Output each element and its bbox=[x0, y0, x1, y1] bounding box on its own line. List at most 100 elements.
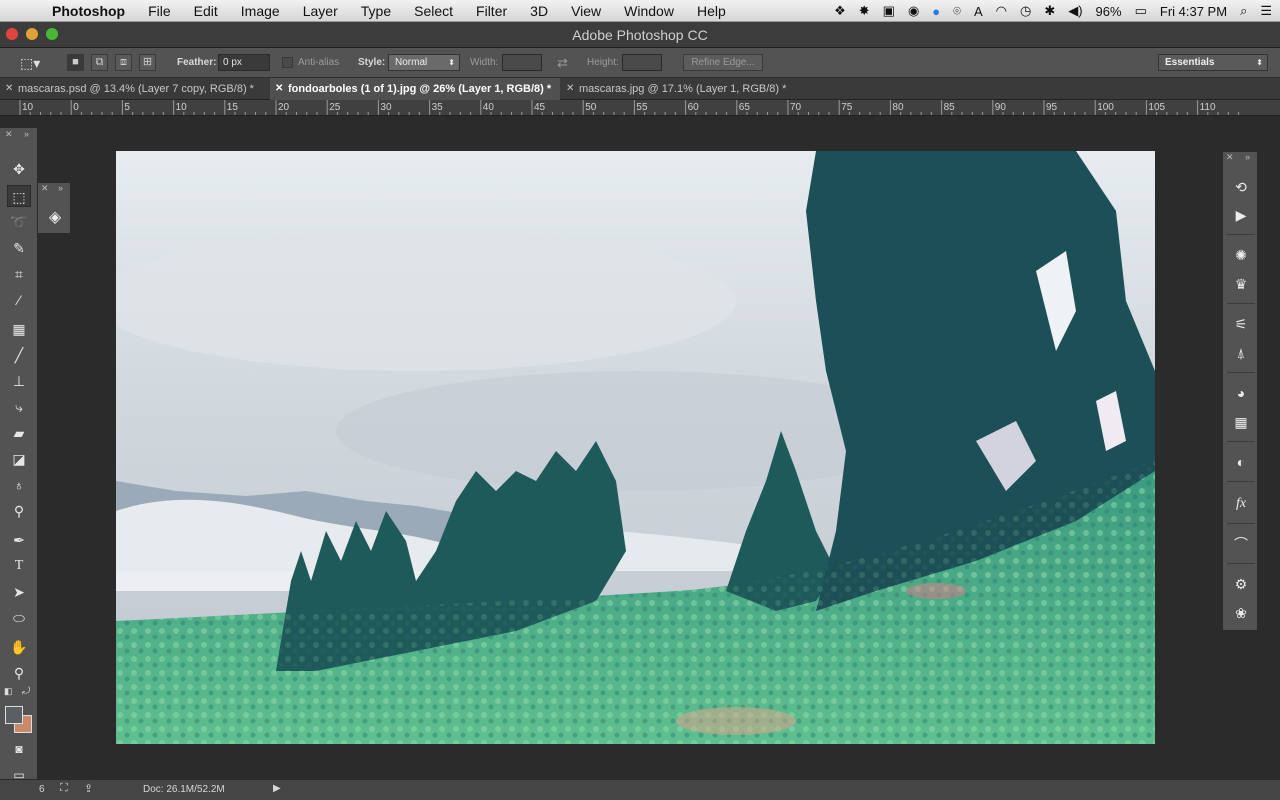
crop-tool-icon[interactable]: ⌗ bbox=[7, 263, 31, 285]
clock[interactable]: Fri 4:37 PM bbox=[1160, 4, 1227, 19]
expand-panel-icon[interactable]: » bbox=[58, 183, 63, 193]
pen-tool-icon[interactable]: ✒ bbox=[7, 529, 31, 551]
menu-file[interactable]: File bbox=[148, 3, 171, 19]
channels-panel-icon[interactable]: ❀ bbox=[1229, 602, 1253, 624]
clone-stamp-tool-icon[interactable]: ⊥ bbox=[7, 370, 31, 392]
close-tab-icon[interactable]: ✕ bbox=[5, 78, 13, 100]
actions-panel-icon[interactable]: ▶ bbox=[1229, 204, 1253, 226]
rectangular-marquee-tool-icon[interactable]: ⬚ bbox=[7, 185, 31, 207]
width-input[interactable] bbox=[502, 54, 542, 71]
close-tab-icon[interactable]: ✕ bbox=[566, 78, 574, 100]
feather-input[interactable]: 0 px bbox=[218, 54, 270, 71]
dodge-tool-icon[interactable]: ⚲ bbox=[7, 500, 31, 522]
menu-3d[interactable]: 3D bbox=[530, 3, 548, 19]
marquee-preset-icon[interactable]: ⬚▾ bbox=[20, 48, 40, 78]
airport-icon[interactable]: ⌾ bbox=[953, 3, 961, 19]
app-status-icon[interactable]: ● bbox=[932, 4, 940, 19]
close-window-icon[interactable] bbox=[6, 28, 18, 40]
move-tool-icon[interactable]: ✥ bbox=[7, 158, 31, 180]
zoom-readout[interactable]: 6 bbox=[39, 784, 45, 795]
hand-tool-icon[interactable]: ✋ bbox=[7, 636, 31, 658]
paint-bucket-tool-icon[interactable]: ◪ bbox=[7, 448, 31, 470]
eyedropper-tool-icon[interactable]: ⁄ bbox=[7, 289, 31, 311]
default-colors-icon[interactable]: ◧ bbox=[4, 686, 13, 697]
eraser-tool-icon[interactable]: ▰ bbox=[7, 422, 31, 444]
expand-panel-icon[interactable]: » bbox=[1245, 152, 1250, 162]
intersect-selection-icon[interactable]: ⊞ bbox=[139, 54, 156, 71]
spotlight-icon[interactable]: ⌕ bbox=[1240, 3, 1247, 19]
history-panel-icon[interactable]: ⟲ bbox=[1229, 176, 1253, 198]
menu-window[interactable]: Window bbox=[624, 3, 674, 19]
antialias-checkbox[interactable] bbox=[282, 57, 293, 68]
tool-presets-panel-icon[interactable]: ⚟ bbox=[1229, 313, 1253, 335]
foreground-color-swatch[interactable] bbox=[5, 706, 23, 724]
extension-icon[interactable]: ✸ bbox=[859, 3, 870, 19]
menu-view[interactable]: View bbox=[571, 3, 601, 19]
bluetooth-icon[interactable]: ✱ bbox=[1044, 3, 1055, 19]
time-machine-icon[interactable]: ◷ bbox=[1020, 3, 1031, 19]
expand-panel-icon[interactable]: » bbox=[24, 129, 29, 139]
menu-image[interactable]: Image bbox=[241, 3, 280, 19]
quick-mask-icon[interactable]: ◙ bbox=[7, 738, 31, 760]
document-canvas[interactable] bbox=[116, 151, 1155, 744]
close-panel-icon[interactable]: ✕ bbox=[41, 183, 49, 194]
styles-panel-icon[interactable]: fx bbox=[1229, 493, 1253, 515]
subtract-selection-icon[interactable]: ⧈ bbox=[115, 54, 132, 71]
minimize-window-icon[interactable] bbox=[26, 28, 38, 40]
paths-panel-icon[interactable]: ⌒ bbox=[1229, 533, 1253, 555]
menu-filter[interactable]: Filter bbox=[476, 3, 507, 19]
color-panel-icon[interactable]: ◕ bbox=[1229, 382, 1253, 404]
adjustments-circle-icon[interactable]: ◐ bbox=[1229, 451, 1253, 473]
brush-panel-icon[interactable]: ⍋ bbox=[1229, 342, 1253, 364]
type-tool-icon[interactable]: T bbox=[7, 555, 31, 577]
menu-edit[interactable]: Edit bbox=[194, 3, 218, 19]
text-input-icon[interactable]: A bbox=[974, 4, 983, 19]
refine-edge-button[interactable]: Refine Edge... bbox=[683, 54, 763, 71]
sync-icon[interactable]: ◉ bbox=[908, 3, 919, 19]
path-selection-tool-icon[interactable]: ➤ bbox=[7, 581, 31, 603]
ellipse-tool-icon[interactable]: ⬭ bbox=[7, 607, 31, 629]
menu-layer[interactable]: Layer bbox=[303, 3, 338, 19]
properties-panel-icon[interactable]: ⚙ bbox=[1229, 573, 1253, 595]
close-panel-icon[interactable]: ✕ bbox=[1226, 152, 1234, 163]
quick-selection-tool-icon[interactable]: ✎ bbox=[7, 237, 31, 259]
blur-tool-icon[interactable]: ♁ bbox=[7, 474, 31, 496]
battery-icon[interactable]: ▭ bbox=[1135, 3, 1147, 19]
style-select[interactable]: Normal ⬍ bbox=[388, 54, 460, 71]
zoom-tool-icon[interactable]: ⚲ bbox=[7, 662, 31, 684]
tab-mascaras-jpg[interactable]: ✕ mascaras.jpg @ 17.1% (Layer 1, RGB/8) … bbox=[561, 78, 806, 100]
ruler-corner[interactable] bbox=[0, 100, 16, 116]
menu-help[interactable]: Help bbox=[697, 3, 726, 19]
menu-app[interactable]: Photoshop bbox=[52, 3, 125, 19]
notification-center-icon[interactable]: ☰ bbox=[1260, 3, 1272, 19]
menu-type[interactable]: Type bbox=[361, 3, 391, 19]
new-selection-icon[interactable]: ■ bbox=[67, 54, 84, 71]
swatches-panel-icon[interactable]: ▦ bbox=[1229, 411, 1253, 433]
height-input[interactable] bbox=[622, 54, 662, 71]
status-menu-arrow-icon[interactable]: ▶ bbox=[273, 783, 281, 794]
dropbox-icon[interactable]: ❖ bbox=[834, 3, 846, 19]
brush-tool-icon[interactable]: ╱ bbox=[7, 344, 31, 366]
brush-presets-panel-icon[interactable]: ♛ bbox=[1229, 273, 1253, 295]
timeline-icon[interactable]: ⛶ bbox=[60, 782, 68, 795]
layers-icon[interactable]: ◈ bbox=[44, 207, 66, 229]
battery-percent[interactable]: 96% bbox=[1096, 4, 1122, 19]
close-panel-icon[interactable]: ✕ bbox=[5, 129, 13, 140]
notification-icon[interactable]: ▣ bbox=[883, 3, 895, 19]
tab-mascaras-psd[interactable]: ✕ mascaras.psd @ 13.4% (Layer 7 copy, RG… bbox=[0, 78, 272, 100]
history-brush-tool-icon[interactable]: ⤷ bbox=[7, 396, 31, 418]
healing-brush-tool-icon[interactable]: ▦ bbox=[7, 318, 31, 340]
menu-select[interactable]: Select bbox=[414, 3, 453, 19]
add-selection-icon[interactable]: ⧉ bbox=[91, 54, 108, 71]
swap-colors-icon[interactable]: ⤾ bbox=[22, 686, 30, 697]
swap-dimensions-icon[interactable]: ⇄ bbox=[557, 48, 568, 78]
horizontal-ruler[interactable]: 10 0 5 10 15 20 25 30 35 40 45 50 55 60 65 70 75 80 85 90 95… bbox=[16, 100, 1280, 116]
workspace-select[interactable]: Essentials ⬍ bbox=[1158, 54, 1268, 71]
lasso-tool-icon[interactable]: ➰ bbox=[7, 211, 31, 233]
wifi-icon[interactable]: ◠ bbox=[996, 3, 1007, 19]
tab-fondoarboles[interactable]: ✕ fondoarboles (1 of 1).jpg @ 26% (Layer… bbox=[270, 78, 560, 100]
adjustments-panel-icon[interactable]: ✺ bbox=[1229, 244, 1253, 266]
close-tab-icon[interactable]: ✕ bbox=[275, 78, 283, 100]
share-icon[interactable]: ⇪ bbox=[84, 782, 93, 795]
zoom-window-icon[interactable] bbox=[46, 28, 58, 40]
